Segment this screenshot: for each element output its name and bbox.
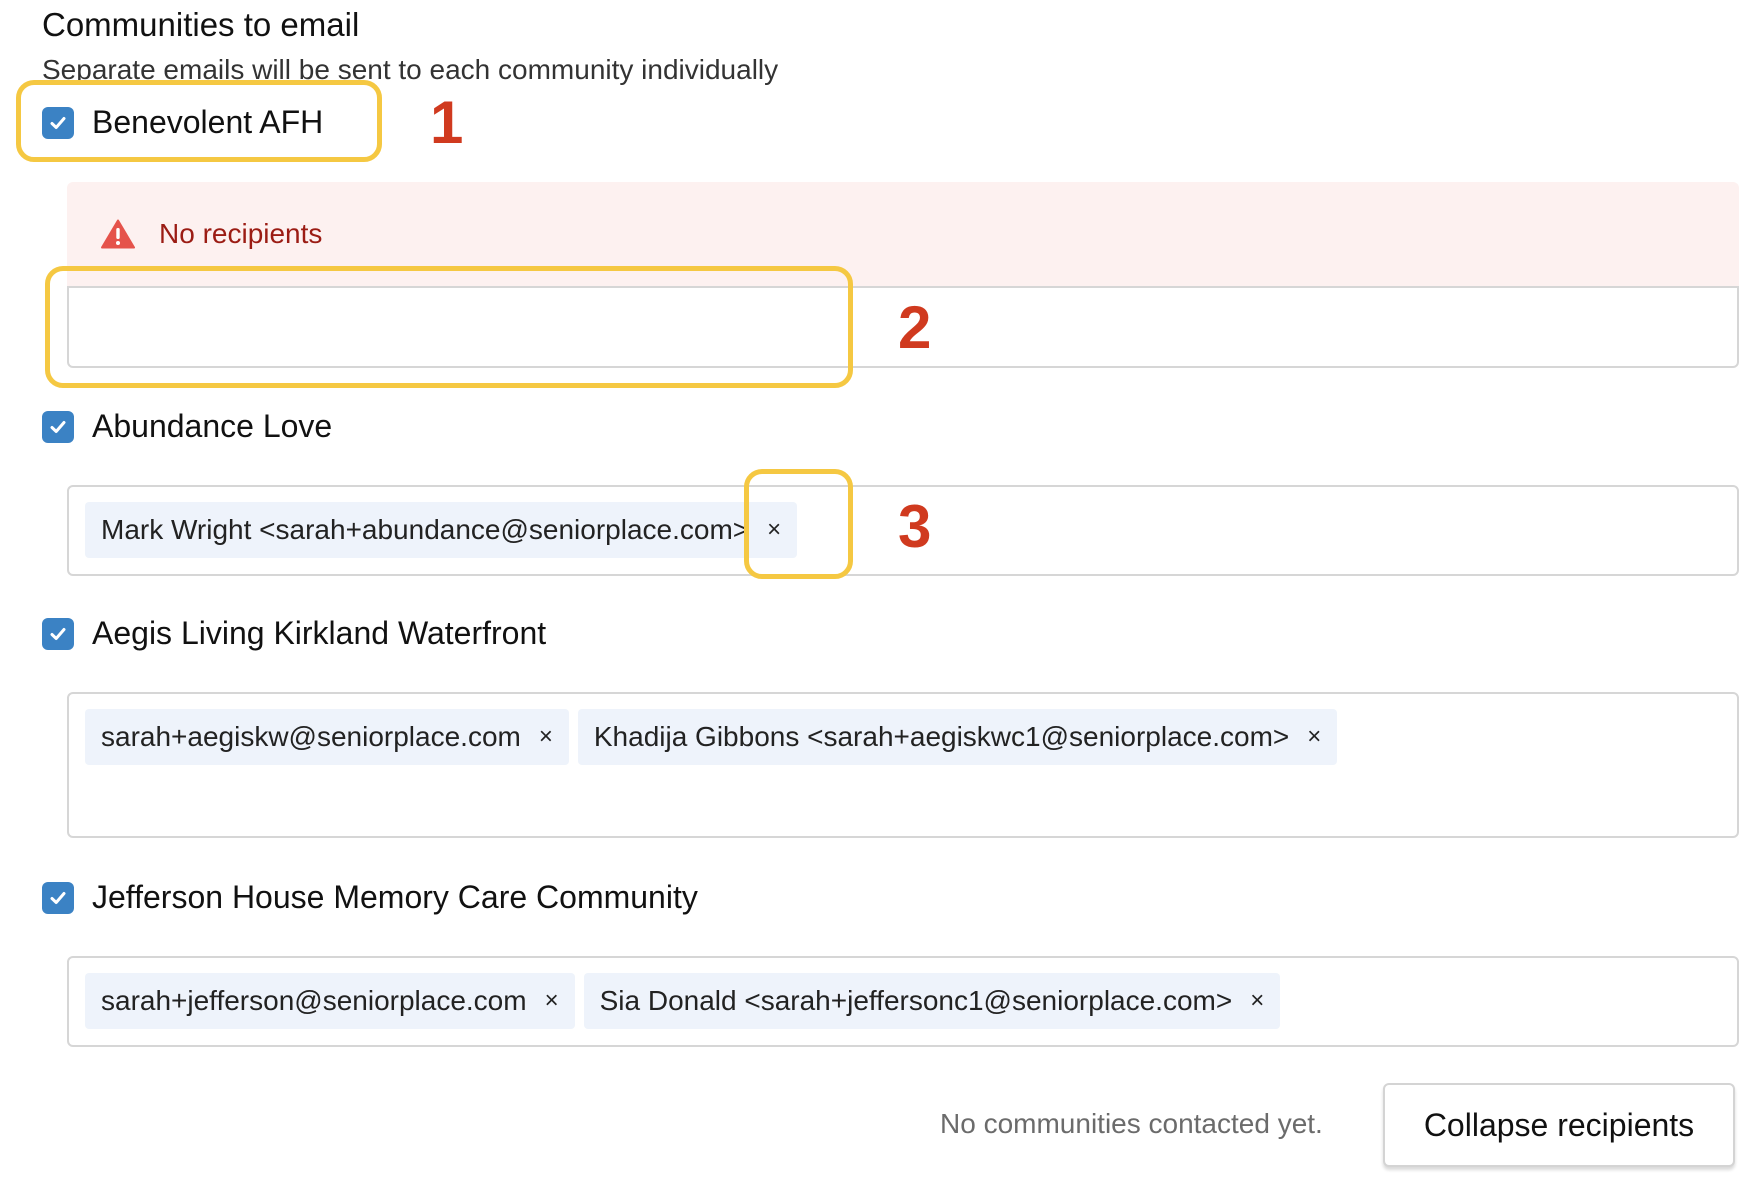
close-icon[interactable]: × xyxy=(545,987,559,1015)
community-name: Jefferson House Memory Care Community xyxy=(92,879,698,915)
check-icon xyxy=(50,627,66,640)
recipient-label: sarah+jefferson@seniorplace.com xyxy=(101,985,527,1016)
collapse-recipients-button[interactable]: Collapse recipients xyxy=(1383,1083,1735,1167)
recipient-chip: Mark Wright <sarah+abundance@seniorplace… xyxy=(85,502,798,558)
community-checkbox[interactable] xyxy=(42,410,74,443)
recipients-input[interactable]: sarah+aegiskw@seniorplace.com × Khadija … xyxy=(67,692,1739,838)
warning-triangle-icon xyxy=(101,219,135,249)
check-icon xyxy=(50,891,66,904)
close-icon[interactable]: × xyxy=(1307,723,1321,751)
contact-status: No communities contacted yet. xyxy=(940,1108,1323,1139)
recipient-label: Sia Donald <sarah+jeffersonc1@seniorplac… xyxy=(599,985,1233,1016)
annotation-highlight-2 xyxy=(45,266,853,388)
annotation-number-3: 3 xyxy=(898,493,932,560)
recipient-chip: sarah+aegiskw@seniorplace.com × xyxy=(85,709,569,765)
recipient-label: Khadija Gibbons <sarah+aegiskwc1@seniorp… xyxy=(593,721,1290,752)
communities-email-panel: Communities to email Separate emails wil… xyxy=(0,0,1754,1178)
community-name: Abundance Love xyxy=(92,408,333,444)
close-icon[interactable]: × xyxy=(1250,987,1264,1015)
community-name: Aegis Living Kirkland Waterfront xyxy=(92,615,547,651)
recipient-chip: Khadija Gibbons <sarah+aegiskwc1@seniorp… xyxy=(577,709,1338,765)
community-checkbox[interactable] xyxy=(42,881,74,914)
check-icon xyxy=(50,420,66,433)
recipients-input[interactable]: sarah+jefferson@seniorplace.com × Sia Do… xyxy=(67,956,1739,1047)
community-aegis-living-kirkland-waterfront[interactable]: Aegis Living Kirkland Waterfront xyxy=(42,615,546,652)
community-checkbox[interactable] xyxy=(42,617,74,650)
annotation-highlight-1 xyxy=(16,80,382,162)
community-jefferson-house-memory-care[interactable]: Jefferson House Memory Care Community xyxy=(42,879,698,916)
alert-message: No recipients xyxy=(159,218,323,249)
recipient-label: Mark Wright <sarah+abundance@seniorplace… xyxy=(101,514,750,545)
annotation-number-2: 2 xyxy=(898,294,932,361)
section-title: Communities to email xyxy=(42,6,360,43)
community-abundance-love[interactable]: Abundance Love xyxy=(42,408,332,445)
recipient-chip: Sia Donald <sarah+jeffersonc1@seniorplac… xyxy=(583,973,1281,1029)
annotation-number-1: 1 xyxy=(430,89,464,156)
recipient-chip: sarah+jefferson@seniorplace.com × xyxy=(85,973,575,1029)
close-icon[interactable]: × xyxy=(539,723,553,751)
annotation-highlight-3 xyxy=(744,469,853,579)
recipient-label: sarah+aegiskw@seniorplace.com xyxy=(101,721,521,752)
